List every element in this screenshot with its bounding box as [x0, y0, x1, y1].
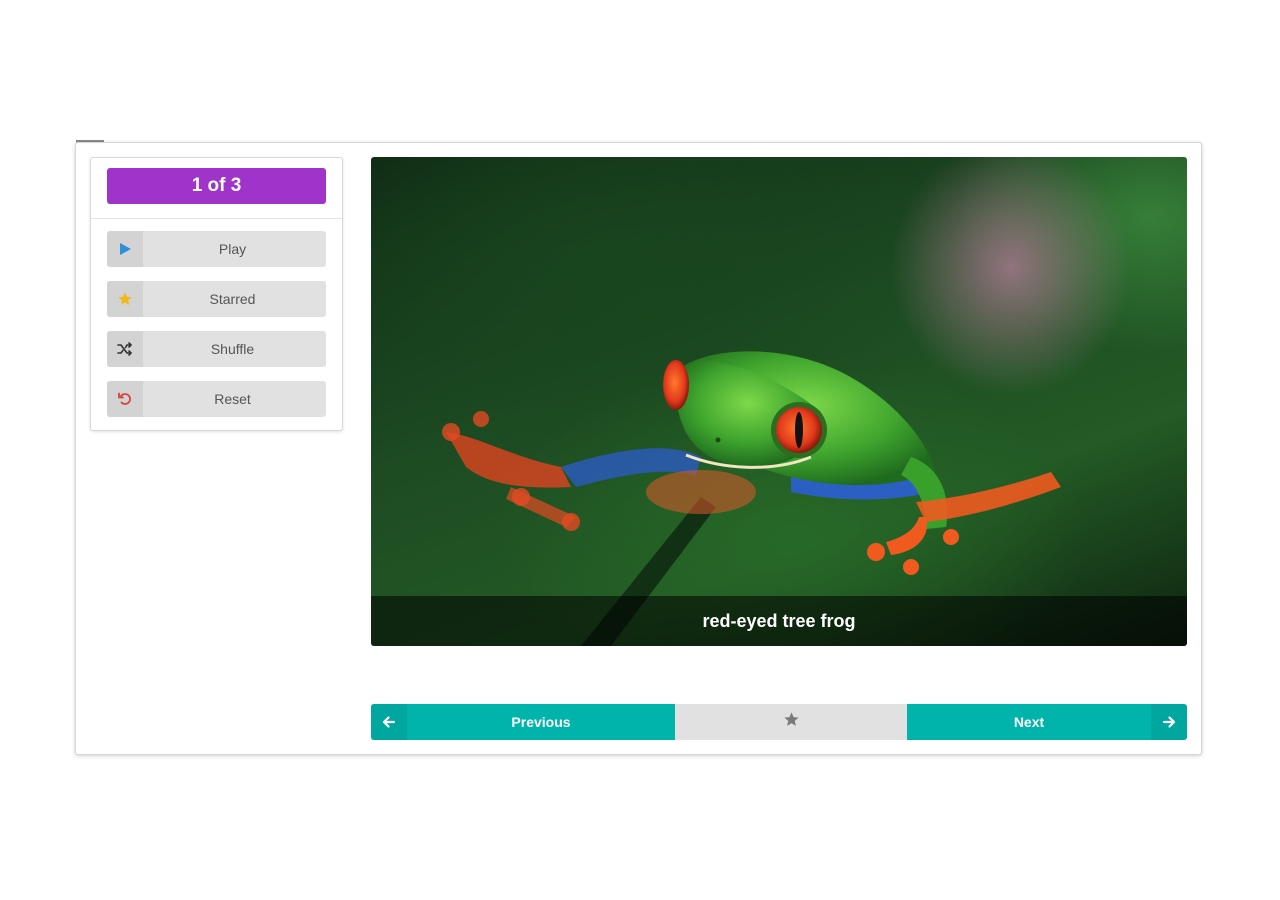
- slide-caption-bar: red-eyed tree frog: [371, 596, 1187, 646]
- play-label: Play: [218, 241, 247, 257]
- slide-caption: red-eyed tree frog: [702, 610, 856, 631]
- control-panel: 1 of 3 Play Starred Shuffle Reset: [90, 157, 343, 431]
- reset-button[interactable]: Reset: [107, 381, 326, 417]
- star-card-button[interactable]: [675, 704, 907, 740]
- shuffle-button[interactable]: Shuffle: [107, 331, 326, 367]
- star-icon: [783, 711, 800, 733]
- shuffle-label: Shuffle: [210, 341, 255, 357]
- red-eyed-tree-frog-photo: [442, 351, 1061, 646]
- star-icon: [107, 281, 143, 317]
- slide-viewer: red-eyed tree frog: [371, 157, 1187, 646]
- shuffle-icon: [107, 331, 143, 367]
- previous-label: Previous: [511, 714, 571, 730]
- arrow-left-icon: [371, 704, 407, 740]
- starred-button[interactable]: Starred: [107, 281, 326, 317]
- next-button[interactable]: Next: [907, 704, 1187, 740]
- card-counter-badge: 1 of 3: [107, 168, 326, 204]
- panel-divider: [91, 218, 342, 219]
- play-button[interactable]: Play: [107, 231, 326, 267]
- reset-icon: [107, 381, 143, 417]
- starred-label: Starred: [209, 291, 256, 307]
- card-counter-text: 1 of 3: [191, 175, 242, 196]
- previous-button[interactable]: Previous: [371, 704, 675, 740]
- next-label: Next: [1013, 714, 1045, 730]
- play-icon: [107, 231, 143, 267]
- arrow-right-icon: [1151, 704, 1187, 740]
- navigation-bar: Previous Next: [371, 704, 1187, 740]
- reset-label: Reset: [214, 391, 251, 407]
